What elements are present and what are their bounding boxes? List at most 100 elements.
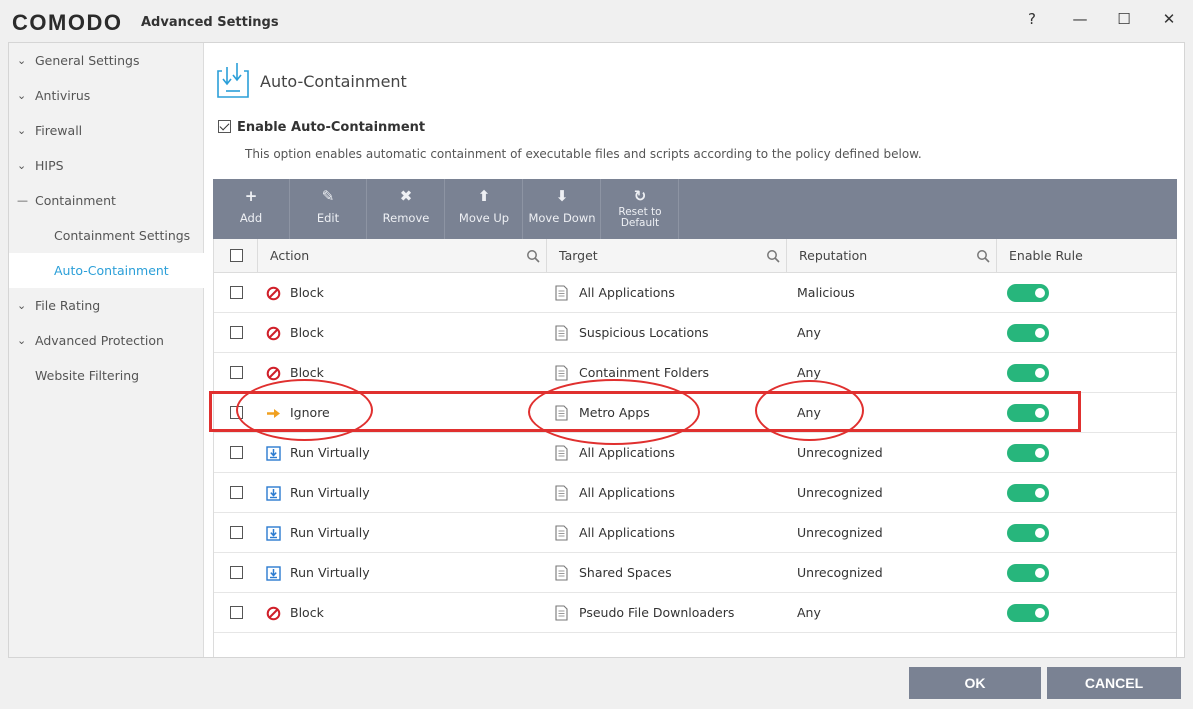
- move-up-button[interactable]: ⬆ Move Up: [446, 179, 523, 239]
- sidebar-item-label: File Rating: [35, 298, 101, 313]
- arrow-down-icon: ⬇: [555, 187, 569, 205]
- enable-rule-toggle[interactable]: [1007, 564, 1049, 582]
- row-checkbox[interactable]: [230, 286, 243, 299]
- table-row[interactable]: Run Virtually Shared Spaces Unrecognized: [214, 553, 1176, 593]
- sidebar-item-firewall[interactable]: ⌄ Firewall: [9, 113, 204, 148]
- edit-button[interactable]: ✎ Edit: [290, 179, 367, 239]
- title-bar: COMODO Advanced Settings ? — ☐ ✕: [0, 0, 1193, 42]
- maximize-button[interactable]: ☐: [1110, 8, 1138, 30]
- file-icon: [555, 605, 568, 621]
- row-action: Run Virtually: [290, 565, 370, 580]
- select-all-checkbox[interactable]: [230, 249, 243, 262]
- sidebar-item-hips[interactable]: ⌄ HIPS: [9, 148, 204, 183]
- row-reputation: Malicious: [797, 285, 855, 300]
- row-reputation: Unrecognized: [797, 525, 883, 540]
- help-button[interactable]: ?: [1018, 8, 1046, 30]
- block-icon: [266, 366, 281, 381]
- table-row[interactable]: Run Virtually All Applications Unrecognize…: [214, 473, 1176, 513]
- table-row[interactable]: Block Suspicious Locations Any: [214, 313, 1176, 353]
- enable-rule-toggle[interactable]: [1007, 284, 1049, 302]
- file-icon: [555, 285, 568, 301]
- move-down-button[interactable]: ⬇ Move Down: [524, 179, 601, 239]
- enable-rule-toggle[interactable]: [1007, 444, 1049, 462]
- row-checkbox[interactable]: [230, 366, 243, 379]
- close-button[interactable]: ✕: [1155, 8, 1183, 30]
- annotation-ellipse: [236, 379, 373, 441]
- enable-rule-toggle[interactable]: [1007, 364, 1049, 382]
- search-icon[interactable]: [766, 249, 780, 263]
- run-virtually-icon: [266, 566, 281, 581]
- auto-containment-icon: [217, 63, 249, 98]
- edit-label: Edit: [316, 211, 340, 225]
- enable-rule-toggle[interactable]: [1007, 324, 1049, 342]
- sidebar-item-label: Containment: [35, 193, 116, 208]
- table-row[interactable]: Block Pseudo File Downloaders Any: [214, 593, 1176, 633]
- file-icon: [555, 525, 568, 541]
- row-target: Shared Spaces: [579, 565, 672, 580]
- enable-auto-containment-row[interactable]: Enable Auto-Containment: [218, 120, 425, 138]
- row-checkbox[interactable]: [230, 446, 243, 459]
- remove-label: Remove: [382, 211, 430, 225]
- plus-icon: +: [244, 187, 258, 205]
- reset-icon: ↻: [633, 187, 647, 205]
- remove-button[interactable]: ✖ Remove: [368, 179, 445, 239]
- chevron-down-icon: ⌄: [17, 54, 27, 67]
- table-header: Action Target Reputation Enable Rule: [214, 239, 1176, 273]
- move-down-label: Move Down: [528, 211, 596, 225]
- row-reputation: Any: [797, 605, 821, 620]
- row-action: Run Virtually: [290, 525, 370, 540]
- chevron-down-icon: ⌄: [17, 159, 27, 172]
- sidebar-item-label: Auto-Containment: [54, 263, 169, 278]
- brand-logo: COMODO: [12, 10, 123, 35]
- sidebar-item-containment[interactable]: — Containment: [9, 183, 204, 218]
- add-button[interactable]: + Add: [213, 179, 290, 239]
- sidebar-item-auto-containment[interactable]: Auto-Containment: [9, 253, 204, 288]
- row-reputation: Unrecognized: [797, 485, 883, 500]
- row-target: All Applications: [579, 285, 675, 300]
- row-action: Block: [290, 325, 324, 340]
- sidebar-item-advanced-protection[interactable]: ⌄ Advanced Protection: [9, 323, 204, 358]
- enable-rule-toggle[interactable]: [1007, 524, 1049, 542]
- select-all-cell: [214, 239, 258, 273]
- add-label: Add: [239, 211, 263, 225]
- row-target: Pseudo File Downloaders: [579, 605, 735, 620]
- row-checkbox[interactable]: [230, 606, 243, 619]
- column-header-action[interactable]: Action: [258, 239, 547, 273]
- reset-to-default-button[interactable]: ↻ Reset to Default: [602, 179, 679, 239]
- search-icon[interactable]: [976, 249, 990, 263]
- sidebar-item-website-filtering[interactable]: Website Filtering: [9, 358, 204, 393]
- enable-rule-toggle[interactable]: [1007, 484, 1049, 502]
- ok-button[interactable]: OK: [909, 667, 1041, 699]
- row-checkbox[interactable]: [230, 566, 243, 579]
- page-title: Auto-Containment: [260, 72, 407, 91]
- table-row[interactable]: Run Virtually All Applications Unrecognize…: [214, 433, 1176, 473]
- sidebar-item-general-settings[interactable]: ⌄ General Settings: [9, 43, 204, 78]
- annotation-ellipse: [755, 380, 864, 441]
- file-icon: [555, 565, 568, 581]
- sidebar-item-file-rating[interactable]: ⌄ File Rating: [9, 288, 204, 323]
- column-header-target[interactable]: Target: [547, 239, 787, 273]
- enable-rule-toggle[interactable]: [1007, 604, 1049, 622]
- run-virtually-icon: [266, 526, 281, 541]
- sidebar-item-containment-settings[interactable]: Containment Settings: [9, 218, 204, 253]
- cancel-button[interactable]: CANCEL: [1047, 667, 1181, 699]
- file-icon: [555, 445, 568, 461]
- table-row[interactable]: Block All Applications Malicious: [214, 273, 1176, 313]
- enable-auto-containment-checkbox[interactable]: [218, 120, 231, 133]
- file-icon: [555, 485, 568, 501]
- sidebar-item-antivirus[interactable]: ⌄ Antivirus: [9, 78, 204, 113]
- main-content: Auto-Containment Enable Auto-Containment…: [205, 43, 1184, 657]
- search-icon[interactable]: [526, 249, 540, 263]
- row-action: Block: [290, 605, 324, 620]
- row-checkbox[interactable]: [230, 326, 243, 339]
- table-row[interactable]: Run Virtually All Applications Unrecognize…: [214, 513, 1176, 553]
- minimize-button[interactable]: —: [1066, 8, 1094, 30]
- file-icon: [555, 365, 568, 381]
- enable-auto-containment-label: Enable Auto-Containment: [237, 120, 426, 135]
- column-header-reputation[interactable]: Reputation: [787, 239, 997, 273]
- row-checkbox[interactable]: [230, 526, 243, 539]
- row-action: Run Virtually: [290, 485, 370, 500]
- row-checkbox[interactable]: [230, 486, 243, 499]
- table-row[interactable]: Block Containment Folders Any: [214, 353, 1176, 393]
- column-header-enable-rule[interactable]: Enable Rule: [997, 239, 1176, 273]
